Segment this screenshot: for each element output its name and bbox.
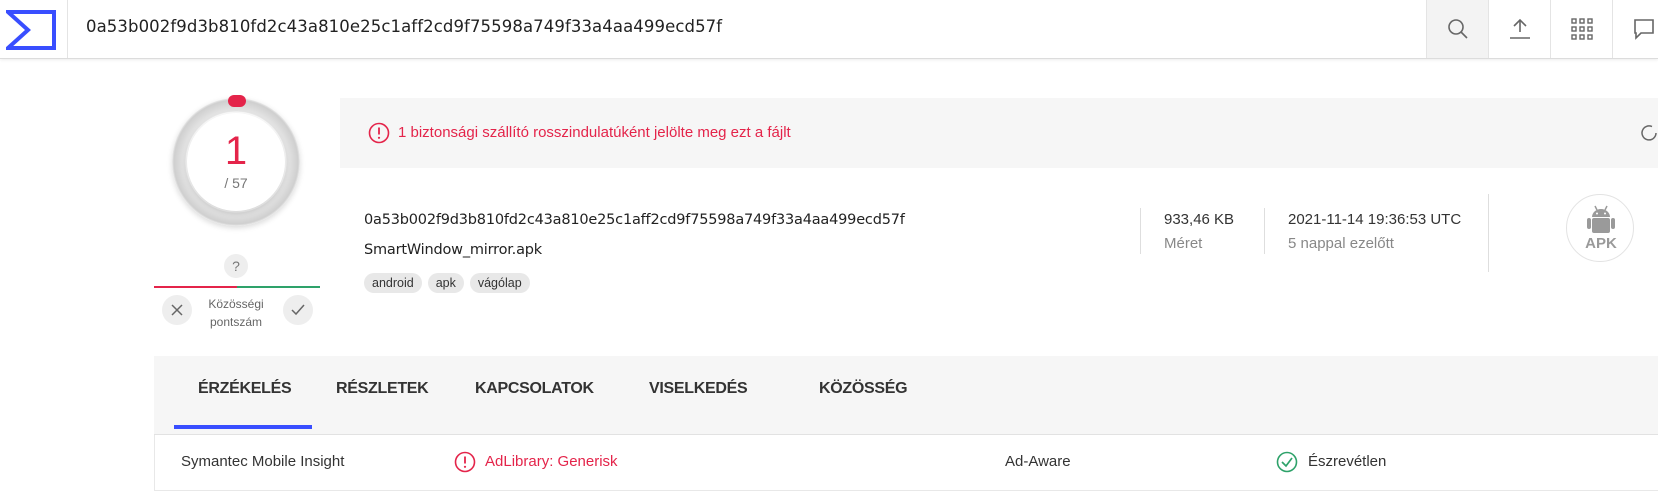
alert-icon (368, 122, 390, 144)
file-hash: 0a53b002f9d3b810fd2c43a810e25c1aff2cd9f7… (364, 212, 905, 228)
file-size-value: 933,46 KB (1164, 211, 1235, 228)
upload-button[interactable] (1488, 0, 1550, 58)
logo-icon (6, 10, 56, 50)
analysis-date-relative: 5 nappal ezelőtt (1288, 235, 1394, 252)
top-bar: 0a53b002f9d3b810fd2c43a810e25c1aff2cd9f7… (0, 0, 1658, 59)
community-label-line2: pontszám (209, 315, 263, 329)
search-button[interactable] (1426, 0, 1488, 58)
file-tags: android apk vágólap (364, 273, 530, 293)
alert-text: 1 biztonsági szállító rosszindulatúként … (398, 124, 791, 141)
grid-icon (1570, 18, 1593, 40)
vendor-name: Ad-Aware (1005, 453, 1071, 470)
vote-malicious-button[interactable] (162, 295, 192, 325)
search-icon (1447, 19, 1468, 39)
vendor-name: Symantec Mobile Insight (181, 453, 345, 470)
file-size-label: Méret (1164, 235, 1203, 252)
search-input[interactable]: 0a53b002f9d3b810fd2c43a810e25c1aff2cd9f7… (86, 17, 722, 36)
upload-icon (1509, 18, 1530, 39)
tab-detection[interactable]: ÉRZÉKELÉS (198, 380, 292, 398)
tab-community[interactable]: KÖZÖSSÉG (819, 380, 908, 398)
vote-harmless-button[interactable] (283, 295, 313, 325)
community-score-unknown: ? (224, 254, 248, 278)
score-center: 1 / 57 (187, 113, 285, 211)
active-tab-indicator (174, 425, 312, 429)
reanalyze-icon[interactable] (1638, 122, 1658, 144)
chat-icon (1633, 19, 1654, 40)
tag-android[interactable]: android (364, 273, 422, 293)
tag-clipboard[interactable]: vágólap (469, 273, 530, 293)
chat-button[interactable] (1612, 0, 1658, 58)
file-type-label: APK (1585, 235, 1617, 252)
tab-bar: ÉRZÉKELÉS RÉSZLETEK KAPCSOLATOK VISELKED… (154, 356, 1658, 435)
detection-row: Symantec Mobile Insight AdLibrary: Gener… (154, 435, 1658, 491)
detection-count: 1 (224, 129, 248, 173)
file-name: SmartWindow_mirror.apk (364, 242, 542, 258)
tag-apk[interactable]: apk (427, 273, 464, 293)
tab-relations[interactable]: KAPCSOLATOK (475, 380, 594, 398)
community-score-bar (154, 286, 320, 288)
check-icon (291, 304, 305, 316)
detection-score-gauge: 1 / 57 (172, 95, 300, 226)
score-indicator-dot (228, 95, 246, 107)
close-icon (171, 304, 183, 316)
android-icon (1587, 205, 1615, 233)
alert-icon (454, 451, 476, 473)
analysis-date-value: 2021-11-14 19:36:53 UTC (1288, 211, 1462, 228)
apps-button[interactable] (1550, 0, 1612, 58)
community-score-label: Közösségi pontszám (197, 295, 275, 331)
community-label-line1: Közösségi (208, 297, 264, 311)
engine-total: / 57 (224, 175, 248, 191)
detection-result-malicious: AdLibrary: Generisk (485, 453, 618, 470)
check-circle-icon (1276, 451, 1298, 473)
virustotal-logo[interactable] (0, 0, 68, 58)
divider (1264, 208, 1265, 254)
tab-behavior[interactable]: VISELKEDÉS (649, 380, 748, 398)
tab-details[interactable]: RÉSZLETEK (336, 380, 429, 398)
detection-result-clean: Észrevétlen (1308, 453, 1387, 470)
alert-banner: 1 biztonsági szállító rosszindulatúként … (340, 98, 1658, 168)
divider (1488, 194, 1489, 272)
file-type-badge: APK (1566, 194, 1634, 262)
divider (1140, 208, 1141, 254)
